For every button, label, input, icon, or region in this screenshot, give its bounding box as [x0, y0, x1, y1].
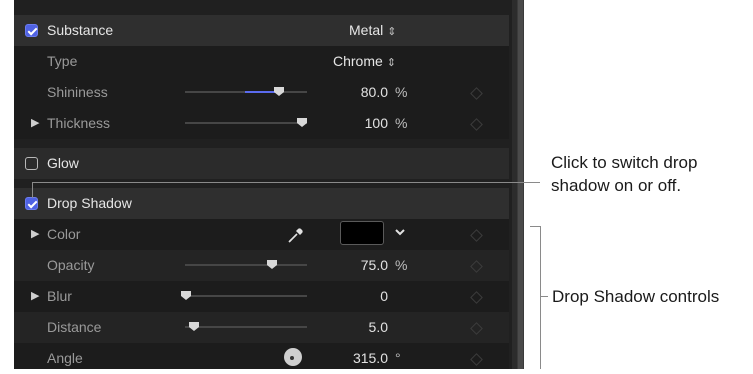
- callout-toggle-line1: Click to switch drop: [551, 153, 698, 172]
- callout-bracket-tick: [540, 296, 548, 297]
- thickness-slider-track[interactable]: [185, 122, 307, 124]
- type-popup[interactable]: Chrome ⇕: [333, 46, 396, 79]
- chevron-down-icon[interactable]: [394, 226, 406, 238]
- type-label: Type: [47, 53, 78, 69]
- thickness-label: Thickness: [47, 115, 111, 131]
- distance-label: Distance: [47, 319, 102, 335]
- distance-slider-track[interactable]: [185, 326, 307, 328]
- eyedropper-icon[interactable]: [287, 226, 305, 244]
- updown-chevron-icon: ⇕: [387, 26, 397, 38]
- color-swatch[interactable]: [340, 221, 384, 245]
- glow-row: [14, 148, 509, 179]
- disclosure-triangle-icon[interactable]: ▶: [31, 219, 39, 250]
- scrollbar-thumb[interactable]: [518, 0, 523, 369]
- shininess-value[interactable]: 80.0: [340, 77, 388, 108]
- angle-value[interactable]: 315.0: [330, 343, 388, 374]
- angle-dial[interactable]: [284, 348, 302, 366]
- opacity-value[interactable]: 75.0: [340, 250, 388, 281]
- opacity-unit: %: [395, 257, 408, 273]
- drop-shadow-checkbox[interactable]: [25, 197, 38, 210]
- disclosure-triangle-icon[interactable]: ▶: [31, 281, 39, 312]
- angle-row: [14, 343, 509, 369]
- substance-popup[interactable]: Metal ⇕: [349, 15, 396, 48]
- callout-leader-line: [32, 182, 33, 198]
- drop-shadow-label: Drop Shadow: [47, 195, 132, 211]
- opacity-slider-track[interactable]: [185, 264, 307, 266]
- thickness-unit: %: [395, 115, 408, 131]
- disclosure-triangle-icon[interactable]: ▶: [31, 108, 39, 139]
- substance-checkbox[interactable]: [25, 24, 38, 37]
- thickness-value[interactable]: 100: [340, 108, 388, 139]
- type-row: [14, 46, 509, 77]
- callout-toggle-line2: shadow on or off.: [551, 176, 682, 195]
- blur-value[interactable]: 0: [340, 281, 388, 312]
- callout-bracket: [540, 226, 541, 369]
- opacity-label: Opacity: [47, 257, 95, 273]
- blur-slider-track[interactable]: [185, 295, 307, 297]
- callout-leader-line: [32, 182, 540, 183]
- distance-value[interactable]: 5.0: [340, 312, 388, 343]
- callout-bracket-top: [530, 226, 540, 227]
- color-row: [14, 219, 509, 250]
- color-label: Color: [47, 226, 81, 242]
- substance-label: Substance: [47, 22, 114, 38]
- angle-unit: °: [395, 350, 401, 366]
- type-value: Chrome: [333, 53, 383, 69]
- glow-checkbox[interactable]: [25, 157, 38, 170]
- blur-label: Blur: [47, 288, 72, 304]
- updown-chevron-icon: ⇕: [386, 57, 397, 69]
- shininess-unit: %: [395, 84, 408, 100]
- substance-value: Metal: [349, 22, 384, 38]
- glow-label: Glow: [47, 155, 79, 171]
- shininess-label: Shininess: [47, 84, 108, 100]
- angle-label: Angle: [47, 350, 83, 366]
- callout-controls: Drop Shadow controls: [552, 287, 720, 306]
